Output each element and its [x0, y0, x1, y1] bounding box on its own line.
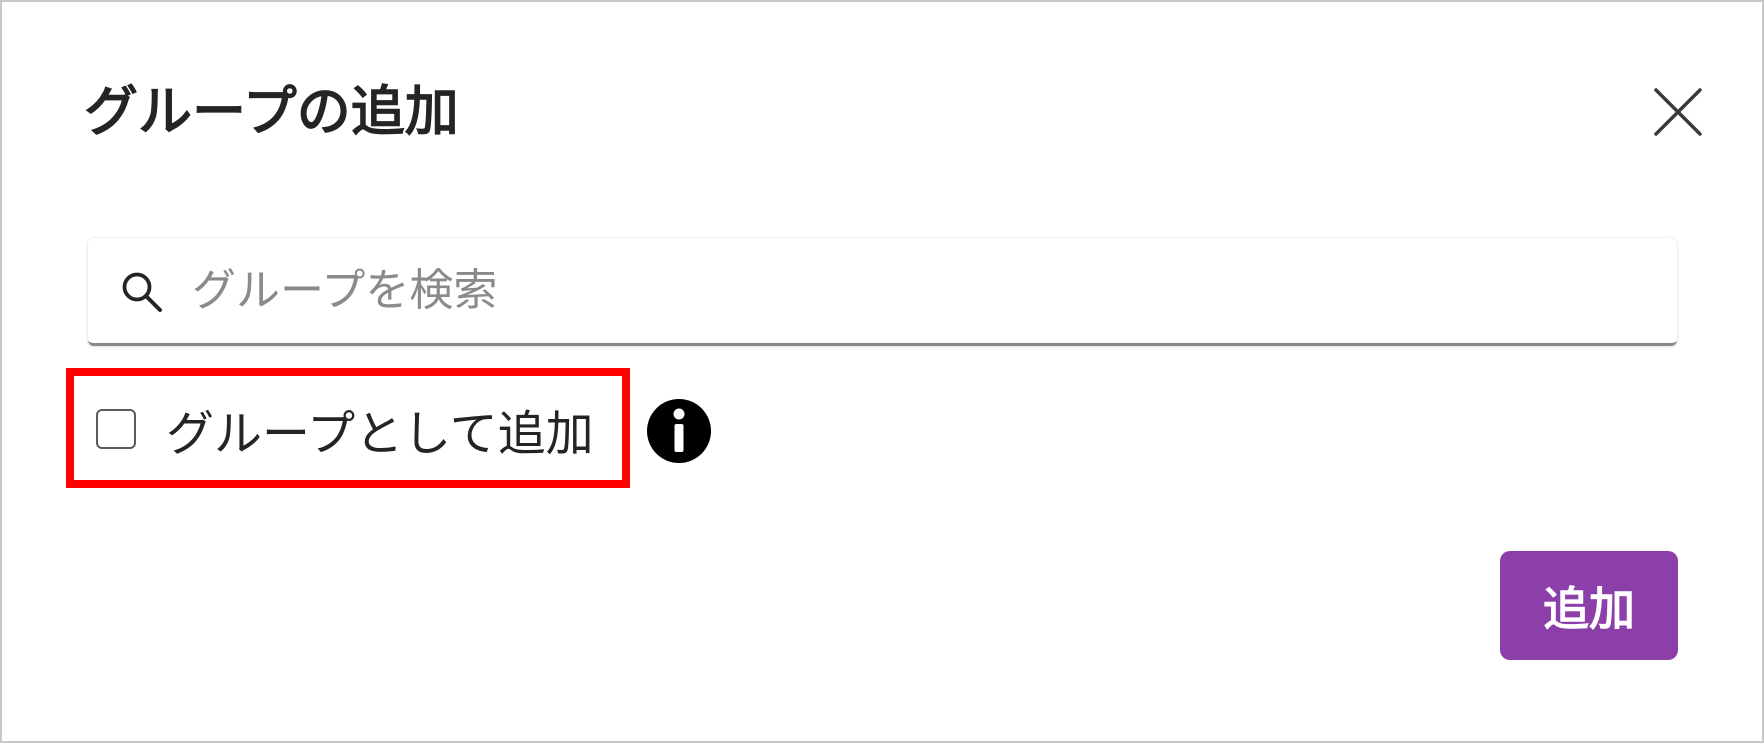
close-icon	[1654, 88, 1702, 136]
search-icon	[122, 272, 162, 312]
add-as-group-option[interactable]: グループとして追加	[96, 384, 594, 474]
add-as-group-label: グループとして追加	[166, 406, 594, 462]
dialog-title: グループの追加	[84, 80, 459, 143]
info-icon[interactable]	[644, 396, 714, 466]
add-group-dialog: グループの追加 グループとして追加 追加	[0, 0, 1764, 743]
add-as-group-checkbox[interactable]	[96, 409, 136, 449]
search-box	[88, 238, 1677, 346]
search-input[interactable]	[192, 252, 1652, 328]
close-button[interactable]	[1652, 86, 1704, 138]
add-button[interactable]: 追加	[1500, 551, 1678, 660]
